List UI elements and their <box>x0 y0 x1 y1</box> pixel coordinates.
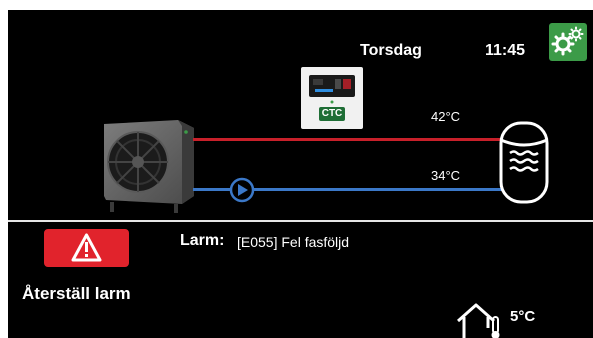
warning-icon <box>71 233 102 262</box>
tank-icon <box>499 121 549 204</box>
pump-icon <box>229 177 255 203</box>
circulation-pump[interactable] <box>229 177 255 203</box>
time-label: 11:45 <box>485 42 526 59</box>
section-divider <box>8 220 593 222</box>
outdoor-temperature-widget[interactable] <box>454 301 504 338</box>
supply-temperature: 42°C <box>431 109 461 124</box>
supply-pipe <box>193 138 505 141</box>
reset-alarm-button[interactable]: Återställ larm <box>22 284 131 304</box>
frame: Torsdag 11:45 CTC 42°C 34°C Återställ la… <box>0 0 593 338</box>
alarm-message: [E055] Fel fasföljd <box>237 234 350 250</box>
alarm-label: Larm: <box>180 232 225 249</box>
day-label: Torsdag <box>360 42 422 59</box>
return-temperature: 34°C <box>431 168 461 183</box>
outdoor-temperature: 5°C <box>510 308 536 325</box>
water-tank[interactable] <box>498 120 550 205</box>
house-thermometer-icon <box>457 303 500 338</box>
alarm-button[interactable] <box>44 229 129 267</box>
controller-display[interactable]: CTC <box>301 67 363 129</box>
heat-pump-unit[interactable] <box>98 118 196 214</box>
gears-icon <box>551 26 584 56</box>
heat-pump-icon <box>104 120 194 213</box>
display-screen: Torsdag 11:45 CTC 42°C 34°C Återställ la… <box>8 10 593 338</box>
settings-button[interactable] <box>549 23 587 61</box>
controller-logo: CTC <box>321 108 343 119</box>
